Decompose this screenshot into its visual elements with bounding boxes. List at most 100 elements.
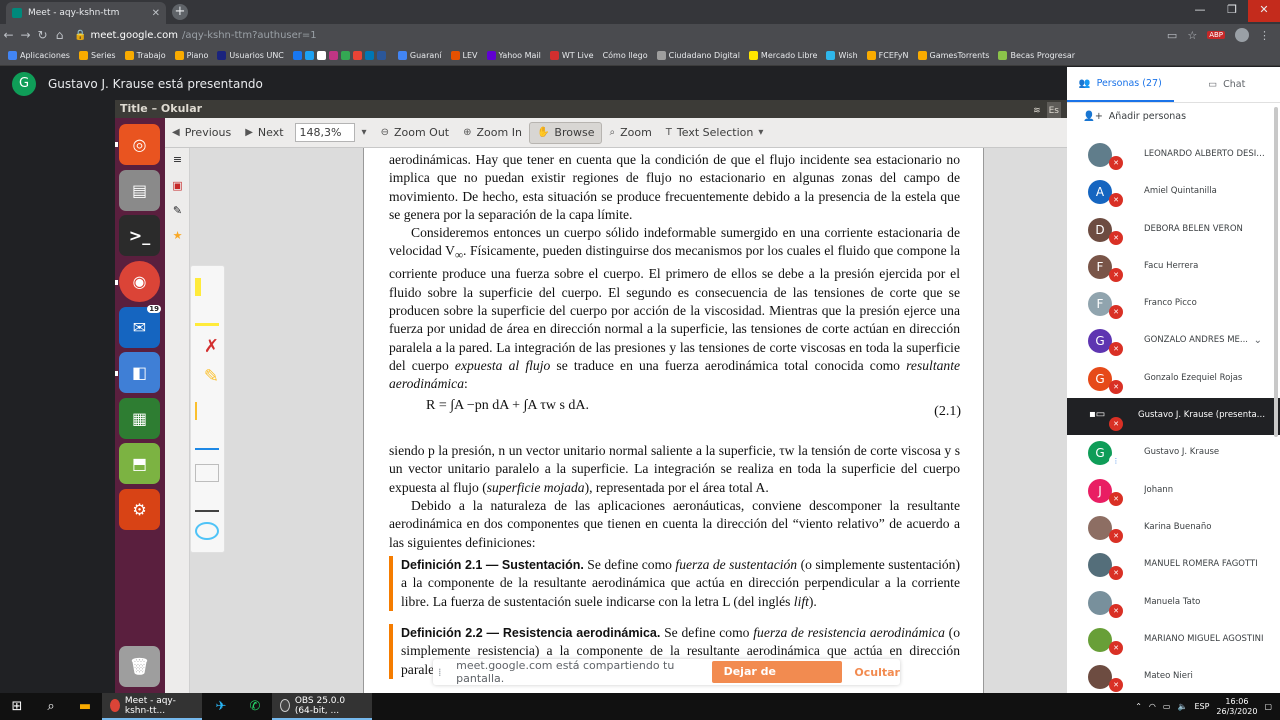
contents-icon[interactable]: ≡ [171,154,184,166]
maximize-button[interactable]: ❐ [1216,0,1248,22]
chevron-down-icon[interactable]: ⌄ [1254,335,1262,346]
settings-icon[interactable]: ⚙ [119,489,160,530]
spreadsheet-icon[interactable]: ▦ [119,398,160,439]
participant-row[interactable]: F ✕ Facu Herrera [1067,249,1280,286]
participant-row[interactable]: F ✕ Franco Picco [1067,286,1280,323]
hide-button[interactable]: Ocultar [854,666,900,679]
line-icon[interactable] [195,494,219,512]
participant-row[interactable]: G ✕ Gonzalo Ezequiel Rojas [1067,361,1280,398]
close-window-button[interactable]: ✕ [1248,0,1280,22]
input-language[interactable]: ESP [1194,702,1209,711]
zoom-out-button[interactable]: ⊖ Zoom Out [374,126,457,139]
participant-row[interactable]: ✕ Mateo Nieri [1067,659,1280,693]
browse-tool-button[interactable]: ✋ Browse [528,121,603,144]
bookmark-item[interactable]: LEV [450,51,478,60]
profile-avatar[interactable] [1235,28,1249,42]
thunderbird-icon[interactable]: ✉ 19 [119,305,161,348]
strike-out-icon[interactable]: ✗ [195,338,219,356]
participant-row[interactable]: J ✕ Johann [1067,473,1280,510]
forward-arrow-icon[interactable]: → [17,28,34,42]
bookmark-item[interactable]: WT Live [549,51,594,60]
participant-row[interactable]: D ✕ DEBORA BELEN VERON [1067,212,1280,249]
home-icon[interactable]: ⌂ [51,28,68,42]
bookmark-item[interactable]: Wish [826,51,858,60]
bookmark-item[interactable]: FCEFyN [866,51,909,60]
bookmark-item[interactable]: Cómo llego [603,51,648,60]
okular-icon[interactable]: ◧ [119,352,160,393]
zoom-combo[interactable]: 148,3% [294,123,355,142]
participant-row[interactable]: A ✕ Amiel Quintanilla [1067,174,1280,211]
thumbnails-icon[interactable]: ▣ [171,180,184,192]
taskbar-app-chrome[interactable]: Meet - aqy-kshn-tt... [102,693,202,720]
underline-icon[interactable] [195,402,219,420]
bookmark-item[interactable]: Mercado Libre [748,51,817,60]
bookmark-item[interactable]: Usuarios UNC [217,51,284,60]
bookmark-icons-group[interactable] [292,51,389,60]
ubuntu-dash-icon[interactable]: ◎ [119,124,160,165]
url-field[interactable]: 🔒 meet.google.com/aqy-kshn-ttm?authuser=… [74,30,317,41]
stop-sharing-button[interactable]: Dejar de compartir [711,661,843,700]
review-icon[interactable]: ✎ [171,205,184,217]
minimize-button[interactable]: — [1184,0,1216,22]
participant-row[interactable]: ▪▭ ✕ Gustavo J. Krause (presentaci... [1067,398,1280,436]
note-annotation-icon[interactable] [195,278,219,296]
participant-row[interactable]: G ✕ GONZALO ANDRES ME... ⌄ [1067,323,1280,360]
close-tab-icon[interactable]: ✕ [152,8,160,19]
chevron-up-icon[interactable]: ⌃ [1135,702,1142,711]
bookmark-item[interactable]: Aplicaciones [8,51,70,60]
terminal-icon[interactable]: >_ [119,215,160,256]
tab-people[interactable]: 👥 Personas (27) [1067,67,1174,102]
windows-start-icon[interactable]: ⊞ [0,699,34,714]
bookmark-item[interactable]: Becas Progresar [998,51,1075,60]
android-icon[interactable]: ⬒ [119,443,160,484]
adblock-icon[interactable]: ABP [1207,31,1225,39]
reload-icon[interactable]: ↻ [34,28,51,42]
menu-icon[interactable]: ⋮ [1259,29,1270,42]
files-icon[interactable]: ▤ [119,170,160,211]
taskbar-app-obs[interactable]: OBS 25.0.0 (64-bit, ... [272,693,372,720]
clock[interactable]: 16:06 26/3/2020 [1216,697,1257,717]
browser-tab-meet[interactable]: Meet - aqy-kshn-ttm ✕ [6,2,166,24]
bookmark-item[interactable]: Piano [174,51,208,60]
bookmark-item[interactable]: Ciudadano Digital [656,51,740,60]
text-selection-button[interactable]: T Text Selection ▾ [659,126,771,139]
chrome-icon[interactable]: ◉ [119,261,160,302]
notifications-icon[interactable]: ▢ [1264,702,1272,711]
bookmark-item[interactable]: Yahoo Mail [486,51,541,60]
zoom-tool-button[interactable]: ⌕ Zoom [602,126,658,139]
new-tab-button[interactable]: + [172,4,188,20]
previous-button[interactable]: ◀ Previous [165,126,238,139]
search-icon[interactable]: ⌕ [34,699,68,714]
participant-row[interactable]: G ⋮ Gustavo J. Krause [1067,435,1280,472]
add-people-button[interactable]: 👤+ Añadir personas [1083,111,1186,122]
panel-scrollbar[interactable] [1274,107,1278,437]
network-icon[interactable]: ◠ [1149,702,1156,711]
next-button[interactable]: ▶ Next [238,126,290,139]
stamp-icon[interactable] [195,464,219,482]
volume-icon[interactable]: 🔈 [1177,702,1187,711]
whatsapp-icon[interactable]: ✆ [238,699,272,714]
typewriter-icon[interactable] [195,432,219,450]
explorer-icon[interactable]: ▬ [68,699,102,714]
bookmark-item[interactable]: Series [78,51,116,60]
ellipse-icon[interactable] [195,522,219,540]
drag-handle-icon[interactable]: ⁞ [438,666,447,679]
inline-note-icon[interactable] [195,308,219,326]
battery-icon[interactable]: ▭ [1163,702,1171,711]
zoom-in-button[interactable]: ⊕ Zoom In [456,126,529,139]
participant-row[interactable]: ✕ MANUEL ROMERA FAGOTTI [1067,547,1280,584]
telegram-icon[interactable]: ✈ [204,699,238,714]
bookmark-item[interactable]: Trabajo [124,51,166,60]
star-icon[interactable]: ☆ [1187,29,1197,42]
participant-row[interactable]: ✕ LEONARDO ALBERTO DESIMO... [1067,137,1280,174]
participant-row[interactable]: ✕ Manuela Tato [1067,585,1280,622]
tab-chat[interactable]: ▭ Chat [1174,67,1280,102]
participant-row[interactable]: ✕ Karina Buenaño [1067,510,1280,547]
bookmark-item[interactable]: GamesTorrents [917,51,989,60]
bookmark-item[interactable]: Guaraní [397,51,442,60]
zoom-dropdown[interactable]: ▾ [355,127,374,138]
bookmarks-icon[interactable]: ★ [171,230,184,242]
cast-icon[interactable]: ▭ [1167,29,1177,42]
highlight-icon[interactable]: ✎ [195,368,219,386]
trash-icon[interactable]: 🗑 [119,646,160,687]
